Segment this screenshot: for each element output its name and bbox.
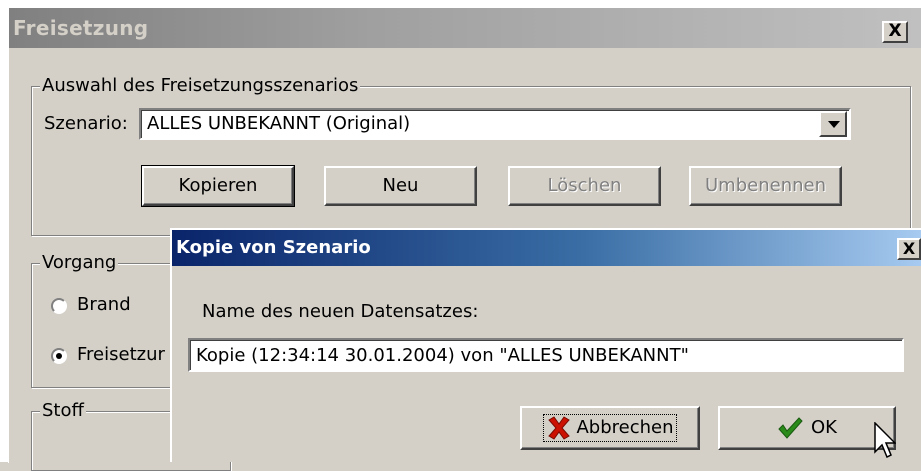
process-group-legend: Vorgang — [40, 252, 119, 274]
cancel-button-label: Abbrechen — [576, 417, 674, 438]
scenario-combobox-value: ALLES UNBEKANNT (Original) — [147, 113, 411, 134]
dialog-close-button[interactable]: X — [897, 238, 921, 260]
close-icon: X — [888, 21, 902, 41]
mouse-pointer-icon — [874, 422, 896, 458]
scenario-group-legend: Auswahl des Freisetzungsszenarios — [40, 75, 361, 97]
main-window-title: Freisetzung — [13, 16, 149, 40]
delete-button-label: Löschen — [547, 175, 622, 196]
rename-button-label: Umbenennen — [705, 175, 826, 196]
close-icon: X — [902, 239, 916, 258]
background-desktop-left — [0, 0, 8, 462]
radio-brand-label[interactable]: Brand — [77, 294, 131, 316]
background-desktop-top — [0, 0, 921, 7]
main-close-button[interactable]: X — [882, 21, 908, 43]
rename-button[interactable]: Umbenennen — [689, 166, 842, 206]
ok-button-label: OK — [811, 417, 837, 438]
radio-brand[interactable] — [51, 298, 67, 314]
substance-group-legend: Stoff — [40, 400, 86, 422]
dialog-titlebar[interactable]: Kopie von Szenario X — [172, 230, 921, 266]
main-titlebar[interactable]: Freisetzung X — [9, 8, 921, 48]
radio-freisetzung-label[interactable]: Freisetzur — [77, 344, 165, 366]
copy-scenario-dialog: Kopie von Szenario X Name des neuen Date… — [170, 228, 921, 462]
radio-freisetzung[interactable] — [51, 348, 67, 364]
copy-button-label: Kopieren — [178, 175, 258, 196]
scenario-combobox[interactable]: ALLES UNBEKANNT (Original) — [139, 108, 851, 140]
red-x-icon — [546, 415, 572, 441]
cancel-focus-rect: Abbrechen — [543, 414, 677, 442]
new-button[interactable]: Neu — [324, 166, 477, 206]
new-name-field[interactable] — [188, 338, 904, 372]
cancel-button[interactable]: Abbrechen — [520, 406, 700, 450]
copy-button[interactable]: Kopieren — [141, 165, 295, 207]
dialog-title: Kopie von Szenario — [176, 237, 371, 258]
new-button-label: Neu — [382, 175, 419, 196]
new-name-input[interactable] — [190, 340, 902, 370]
dialog-prompt: Name des neuen Datensatzes: — [202, 301, 479, 322]
green-check-icon — [777, 416, 803, 440]
delete-button[interactable]: Löschen — [508, 166, 661, 206]
ok-button[interactable]: OK — [718, 406, 896, 450]
scenario-label: Szenario: — [44, 113, 128, 134]
chevron-down-icon[interactable] — [819, 111, 847, 137]
